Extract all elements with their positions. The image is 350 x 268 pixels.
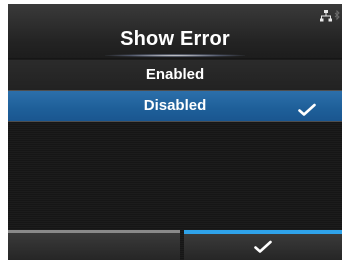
printer-display: Show Error Enabled Disabled bbox=[8, 4, 342, 260]
option-disabled[interactable]: Disabled bbox=[8, 91, 342, 122]
status-icons bbox=[320, 10, 340, 22]
left-softkey[interactable] bbox=[8, 230, 180, 260]
header-bar: Show Error bbox=[8, 4, 342, 58]
page-title: Show Error bbox=[120, 28, 230, 50]
bluetooth-icon bbox=[334, 10, 340, 22]
title-underline-glow bbox=[105, 54, 245, 57]
option-enabled[interactable]: Enabled bbox=[8, 60, 342, 91]
option-label: Disabled bbox=[143, 97, 207, 114]
network-icon bbox=[320, 10, 332, 22]
option-list: Enabled Disabled bbox=[8, 60, 342, 122]
confirm-softkey[interactable] bbox=[184, 230, 342, 260]
checkmark-icon bbox=[298, 98, 316, 128]
option-label: Enabled bbox=[145, 66, 205, 83]
checkmark-icon bbox=[254, 240, 272, 259]
softkey-bar bbox=[8, 230, 342, 260]
